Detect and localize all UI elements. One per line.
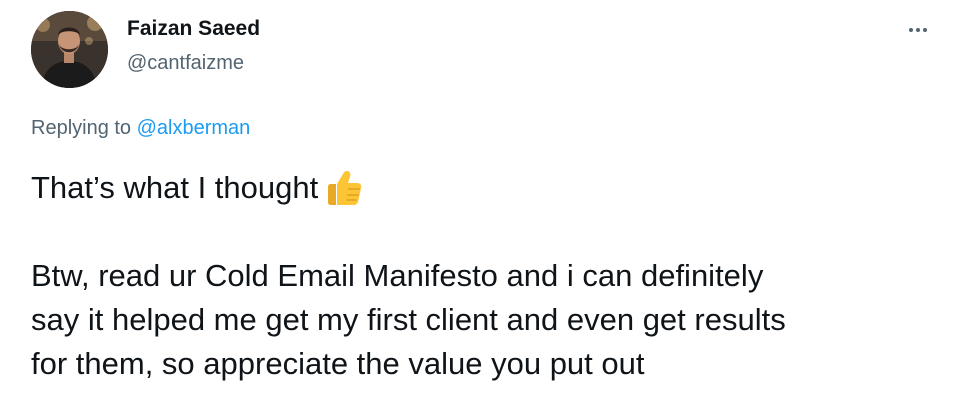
thumbs-up-emoji-icon <box>328 171 362 205</box>
tweet-paragraph-2-line: Btw, read ur Cold Email Manifesto and i … <box>31 258 764 293</box>
tweet-paragraph-2-line: say it helped me get my first client and… <box>31 302 786 337</box>
ellipsis-dot <box>923 28 927 32</box>
tweet-line-1-text: That’s what I thought <box>31 170 319 205</box>
tweet-text: That’s what I thought Btw, read ur Cold … <box>31 166 951 386</box>
tweet-paragraph-2-line: for them, so appreciate the value you pu… <box>31 346 645 381</box>
replying-to-line: Replying to @alxberman <box>31 114 250 142</box>
tweet-line-1: That’s what I thought <box>31 166 951 210</box>
avatar-photo <box>31 11 108 88</box>
ellipsis-icon[interactable] <box>898 18 938 42</box>
tweet-paragraph-2: Btw, read ur Cold Email Manifesto and i … <box>31 254 951 386</box>
author-block: Faizan Saeed @cantfaizme <box>127 16 260 76</box>
ellipsis-dot <box>909 28 913 32</box>
author-handle[interactable]: @cantfaizme <box>127 50 260 76</box>
author-display-name[interactable]: Faizan Saeed <box>127 16 260 42</box>
replying-to-link[interactable]: @alxberman <box>137 117 251 139</box>
ellipsis-dot <box>916 28 920 32</box>
tweet-card: Faizan Saeed @cantfaizme Replying to @al… <box>0 0 978 412</box>
avatar[interactable] <box>31 11 108 88</box>
replying-to-prefix: Replying to <box>31 117 132 139</box>
